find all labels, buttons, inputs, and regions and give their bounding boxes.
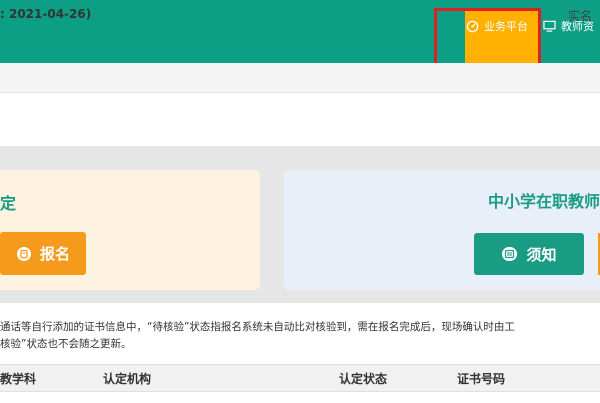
- col-header-authority: 认定机构: [103, 372, 152, 386]
- card-inservice-teacher-title: 中小学在职教师: [488, 192, 600, 211]
- signup-button[interactable]: 报名: [0, 232, 86, 275]
- monitor-icon: [543, 20, 556, 32]
- col-header-cert-number: 证书号码: [457, 372, 506, 386]
- notice-text-line2: 核验”状态也不会随之更新。: [0, 338, 132, 350]
- col-header-subject: 教学科: [0, 372, 37, 386]
- certificate-table-header: [0, 364, 600, 392]
- col-header-status: 认定状态: [339, 372, 388, 386]
- signup-button-label: 报名: [39, 245, 70, 263]
- notice-icon: [501, 246, 518, 262]
- notice-text-line1: 通话等自行添加的证书信息中，“待核验”状态指报名系统未自动比对核验到，需在报名完…: [0, 321, 515, 333]
- signup-icon: [16, 246, 32, 262]
- page: { "nav": { "tabs": [ { "label": "业务平台", …: [0, 0, 600, 403]
- notice-button[interactable]: 须知: [474, 233, 584, 275]
- realname-status-text: 实名: [568, 9, 593, 23]
- info-bar: [0, 63, 600, 93]
- notice-button-label: 须知: [526, 245, 557, 264]
- card-certification-title: 定: [0, 194, 17, 213]
- red-highlight-box: [434, 8, 541, 71]
- deadline-date-text: : 2021-04-26): [0, 7, 92, 21]
